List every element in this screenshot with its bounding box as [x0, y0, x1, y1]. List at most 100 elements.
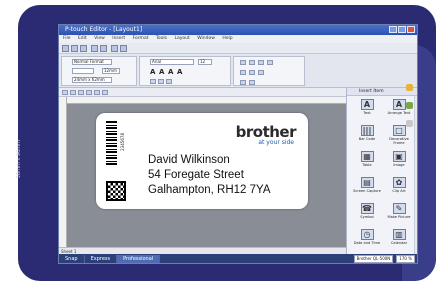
new-icon[interactable]: [62, 45, 69, 52]
address-line-city: Galhampton, RH12 7YA: [148, 184, 271, 196]
label-size-caption: 38mm x 90mm: [16, 140, 22, 179]
line-tool-icon[interactable]: [78, 90, 84, 95]
align-left-icon[interactable]: [150, 79, 156, 84]
arrange-text-icon: A: [392, 99, 406, 110]
mode-professional[interactable]: Professional: [117, 255, 161, 263]
save-icon[interactable]: [80, 45, 87, 52]
mode-switcher: Snap Express Professional: [59, 255, 161, 263]
insert-item-make-picture[interactable]: ✎ Make Picture: [385, 202, 413, 225]
align-right-icon[interactable]: [166, 79, 172, 84]
width-field[interactable]: 12mm: [102, 68, 120, 74]
table-icon: ▦: [360, 151, 374, 162]
ungroup-icon[interactable]: [249, 70, 255, 75]
brand-tagline: at your side: [258, 139, 294, 146]
maximize-button[interactable]: [398, 26, 406, 33]
screen-capture-icon: ▤: [360, 177, 374, 188]
align-objects-icon[interactable]: [240, 80, 246, 85]
card-side-tabs: [406, 84, 414, 174]
menu-file[interactable]: File: [63, 36, 71, 41]
minimize-button[interactable]: [389, 26, 397, 33]
insert-item-label: Date and Time: [353, 241, 381, 245]
outline-icon[interactable]: A: [177, 68, 182, 76]
menu-view[interactable]: View: [94, 36, 105, 41]
zoom-select[interactable]: 170 %: [396, 255, 415, 263]
open-icon[interactable]: [71, 45, 78, 52]
menu-edit[interactable]: Edit: [78, 36, 87, 41]
insert-item-date-and-time[interactable]: ◷ Date and Time: [353, 228, 381, 251]
italic-icon[interactable]: A: [159, 68, 164, 76]
address-label[interactable]: 2345678 brother at your side David Wilki…: [96, 113, 308, 209]
text-tool-icon[interactable]: [70, 90, 76, 95]
frame-icon: □: [392, 125, 406, 136]
insert-item-bar-code[interactable]: ||| Bar Code: [353, 124, 381, 147]
barcode-number: 2345678: [120, 133, 125, 151]
size-objects-icon[interactable]: [249, 80, 255, 85]
menu-tools[interactable]: Tools: [156, 36, 167, 41]
group-icon[interactable]: [240, 70, 246, 75]
print-icon[interactable]: [91, 45, 98, 52]
format-select[interactable]: Normal Format: [72, 59, 112, 65]
underline-icon[interactable]: A: [168, 68, 173, 76]
bring-front-icon[interactable]: [258, 60, 264, 65]
window-title: P-touch Editor - [Layout1]: [59, 25, 417, 35]
mode-snap[interactable]: Snap: [59, 255, 85, 263]
window-controls: [389, 26, 415, 33]
mode-express[interactable]: Express: [85, 255, 118, 263]
align-center-icon[interactable]: [158, 79, 164, 84]
bold-icon[interactable]: A: [150, 68, 155, 76]
shape-tool-icon[interactable]: [86, 90, 92, 95]
status-bar: Snap Express Professional Brother QL-500N …: [59, 254, 417, 263]
length-field[interactable]: [72, 68, 94, 74]
rotate-icon[interactable]: [240, 60, 246, 65]
insert-item-label: Bar Code: [358, 137, 376, 141]
property-dock: Normal Format 12mm 24mm x 62mm Arial 12 …: [59, 54, 417, 88]
standard-toolbar: [59, 43, 417, 54]
menu-format[interactable]: Format: [133, 36, 149, 41]
printer-select[interactable]: Brother QL-500N: [353, 255, 394, 263]
text-icon: A: [360, 99, 374, 110]
flip-icon[interactable]: [249, 60, 255, 65]
horizontal-ruler: [67, 97, 346, 104]
insert-item-screen-capture[interactable]: ▤ Screen Capture: [353, 176, 381, 199]
clock-icon: ◷: [360, 229, 374, 240]
cut-icon[interactable]: [111, 45, 118, 52]
insert-item-clip-art[interactable]: ✿ Clip Art: [385, 176, 413, 199]
font-select[interactable]: Arial: [150, 59, 194, 65]
insert-item-label: Symbol: [360, 215, 374, 219]
barcode-icon: |||: [360, 125, 374, 136]
address-line-name: David Wilkinson: [148, 154, 230, 166]
menu-layout[interactable]: Layout: [174, 36, 189, 41]
calendar-icon: ▥: [392, 229, 406, 240]
menu-insert[interactable]: Insert: [112, 36, 125, 41]
sheet-tab[interactable]: Sheet 1: [59, 247, 346, 254]
insert-item-calendar[interactable]: ▥ Calendar: [385, 228, 413, 251]
insert-item-text[interactable]: A Text: [353, 98, 381, 121]
clip-art-icon: ✿: [392, 177, 406, 188]
select-tool-icon[interactable]: [62, 90, 68, 95]
side-tab-green: [406, 102, 413, 109]
send-back-icon[interactable]: [267, 60, 273, 65]
image-icon: ▣: [392, 151, 406, 162]
menu-bar: File Edit View Insert Format Tools Layou…: [59, 35, 417, 43]
insert-item-label: Make Picture: [387, 215, 411, 219]
status-right: Brother QL-500N 170 %: [353, 255, 415, 263]
barcode-tool-icon[interactable]: [94, 90, 100, 95]
panel-scrollbar[interactable]: [414, 96, 417, 254]
paste-icon[interactable]: [120, 45, 127, 52]
address-block[interactable]: David Wilkinson 54 Foregate Street Galha…: [148, 153, 271, 198]
insert-item-symbol[interactable]: ☎ Symbol: [353, 202, 381, 225]
menu-help[interactable]: Help: [222, 36, 232, 41]
font-size-select[interactable]: 12: [198, 59, 212, 65]
preview-icon[interactable]: [100, 45, 107, 52]
insert-item-table[interactable]: ▦ Table: [353, 150, 381, 173]
image-tool-icon[interactable]: [102, 90, 108, 95]
distribute-icon[interactable]: [258, 70, 264, 75]
layout-properties: [233, 56, 305, 86]
menu-window[interactable]: Window: [197, 36, 215, 41]
size-preset-select[interactable]: 24mm x 62mm: [72, 77, 112, 83]
close-button[interactable]: [407, 26, 415, 33]
qr-code-image: [106, 181, 126, 201]
page-frame: P-touch Editor - [Layout1] File Edit Vie…: [0, 0, 440, 286]
address-line-street: 54 Foregate Street: [148, 169, 244, 181]
side-tab-orange: [406, 84, 413, 91]
